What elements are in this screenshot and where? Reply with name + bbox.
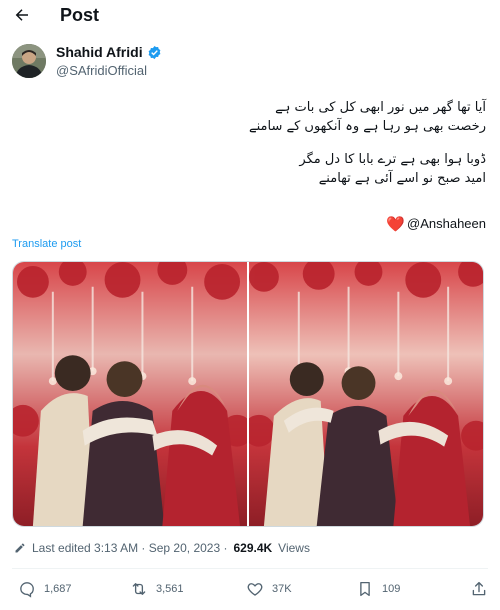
page-title: Post [60, 5, 100, 25]
reply-icon [20, 582, 34, 598]
photo-1[interactable] [13, 262, 247, 526]
action-bar: 1,687 3,561 37K 109 [0, 576, 500, 604]
media-grid [12, 261, 484, 527]
divider [12, 568, 488, 569]
post-line: آیا تھا گھر میں نور ابھی کل کی بات ہے [275, 100, 486, 115]
post-line: ڈوبا ہوا بھی ہے ترے بابا کا دل مگر [299, 152, 486, 167]
bookmark-button[interactable]: 109 [356, 580, 400, 598]
like-button[interactable]: 37K [246, 580, 292, 598]
top-bar: Post [0, 0, 500, 32]
avatar[interactable] [12, 44, 46, 78]
like-count: 37K [272, 583, 292, 595]
mention-link[interactable]: @Anshaheen [407, 215, 486, 233]
bookmark-icon [360, 581, 370, 597]
author-handle[interactable]: @SAfridiOfficial [56, 63, 147, 79]
views-label: Views [278, 541, 310, 555]
mention-line: ❤️ @Anshaheen [386, 215, 486, 233]
repost-icon [132, 583, 146, 595]
translate-post-link[interactable]: Translate post [12, 238, 81, 250]
pencil-icon [15, 543, 25, 553]
verified-badge-icon [148, 45, 160, 60]
heart-outline-icon [247, 583, 263, 596]
reply-count: 1,687 [44, 583, 72, 595]
views-count: 629.4K [233, 541, 273, 555]
post-text: آیا تھا گھر میں نور ابھی کل کی بات ہے رخ… [26, 98, 486, 188]
author-name[interactable]: Shahid Afridi [56, 44, 162, 61]
share-button[interactable] [470, 580, 488, 598]
reply-button[interactable]: 1,687 [18, 580, 72, 598]
share-icon [472, 581, 486, 596]
repost-count: 3,561 [156, 583, 184, 595]
repost-button[interactable]: 3,561 [130, 580, 184, 598]
heart-emoji-icon: ❤️ [386, 215, 406, 233]
arrow-left-icon [15, 9, 28, 21]
author-name-text: Shahid Afridi [56, 44, 143, 60]
edited-text[interactable]: Last edited 3:13 AM · Sep 20, 2023 · [32, 540, 227, 556]
back-button[interactable] [10, 4, 34, 26]
bookmark-count: 109 [382, 583, 401, 595]
photo-2[interactable] [249, 262, 483, 526]
edited-timestamp: Last edited 3:13 AM · Sep 20, 2023 · 629… [14, 540, 310, 556]
post-line: رخصت بھی ہو رہا ہے وہ آنکھوں کے سامنے [248, 119, 486, 134]
post-line: امید صبح نو اسے آئی ہے تھامنے [318, 171, 486, 186]
